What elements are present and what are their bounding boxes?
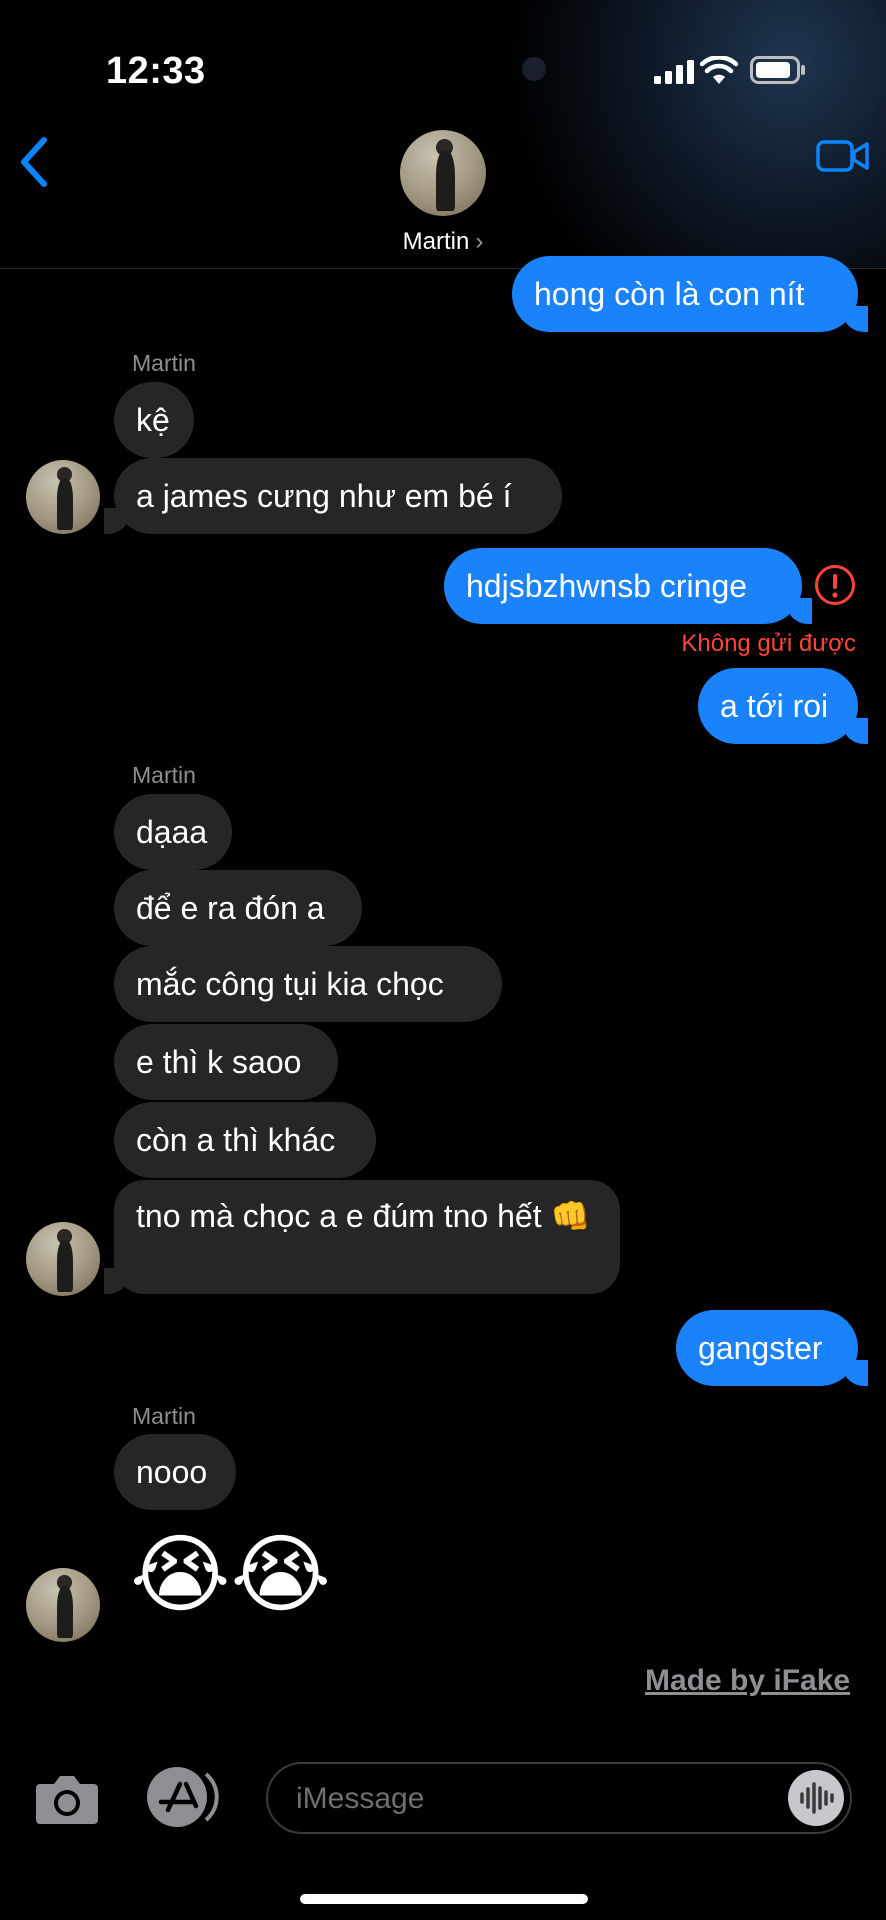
received-message[interactable]: để e ra đón a: [114, 870, 362, 946]
video-call-button[interactable]: [816, 138, 870, 174]
watermark-link[interactable]: Made by iFake: [645, 1664, 850, 1698]
not-delivered-label: Không gửi được: [681, 630, 856, 657]
wifi-icon: [700, 56, 738, 84]
exclamation-circle-icon[interactable]: [814, 564, 856, 606]
back-button[interactable]: [14, 136, 54, 188]
contact-name-button[interactable]: Martin ›: [0, 228, 886, 256]
chevron-right-icon: ›: [475, 228, 484, 255]
audio-record-button[interactable]: [788, 1770, 844, 1826]
camera-dot-icon: [522, 57, 546, 81]
sent-message[interactable]: gangster: [676, 1310, 868, 1386]
sent-message[interactable]: hong còn là con nít: [512, 256, 868, 332]
camera-button[interactable]: [34, 1770, 100, 1826]
message-input[interactable]: [294, 1764, 748, 1834]
contact-avatar[interactable]: [400, 130, 486, 216]
status-time: 12:33: [106, 50, 206, 92]
emoji-message[interactable]: 😭😭: [130, 1525, 331, 1625]
sender-name: Martin: [132, 1403, 196, 1429]
home-indicator[interactable]: [300, 1894, 588, 1904]
sender-name: Martin: [132, 350, 196, 376]
received-message[interactable]: nooo: [114, 1434, 236, 1510]
received-message[interactable]: e thì k saoo: [114, 1024, 338, 1100]
received-message[interactable]: tno mà chọc a e đúm tno hết 👊: [104, 1180, 620, 1294]
received-message[interactable]: a james cưng như em bé í: [104, 458, 562, 534]
sender-avatar: [26, 460, 100, 534]
received-message[interactable]: dạaa: [114, 794, 232, 870]
cellular-signal-icon: [654, 60, 694, 84]
received-message[interactable]: kệ: [114, 382, 194, 458]
app-store-button[interactable]: [146, 1766, 222, 1828]
sender-avatar: [26, 1568, 100, 1642]
sender-avatar: [26, 1222, 100, 1296]
contact-name: Martin: [402, 228, 470, 255]
sender-name: Martin: [132, 762, 196, 788]
received-message[interactable]: mắc công tụi kia chọc: [114, 946, 502, 1022]
message-input-container[interactable]: [266, 1762, 852, 1834]
received-message[interactable]: còn a thì khác: [114, 1102, 376, 1178]
battery-icon: [750, 56, 805, 84]
audio-waveform-icon: [800, 1782, 834, 1814]
sent-message-failed[interactable]: hdjsbzhwnsb cringe: [444, 548, 812, 624]
sent-message[interactable]: a tới roi: [698, 668, 868, 744]
